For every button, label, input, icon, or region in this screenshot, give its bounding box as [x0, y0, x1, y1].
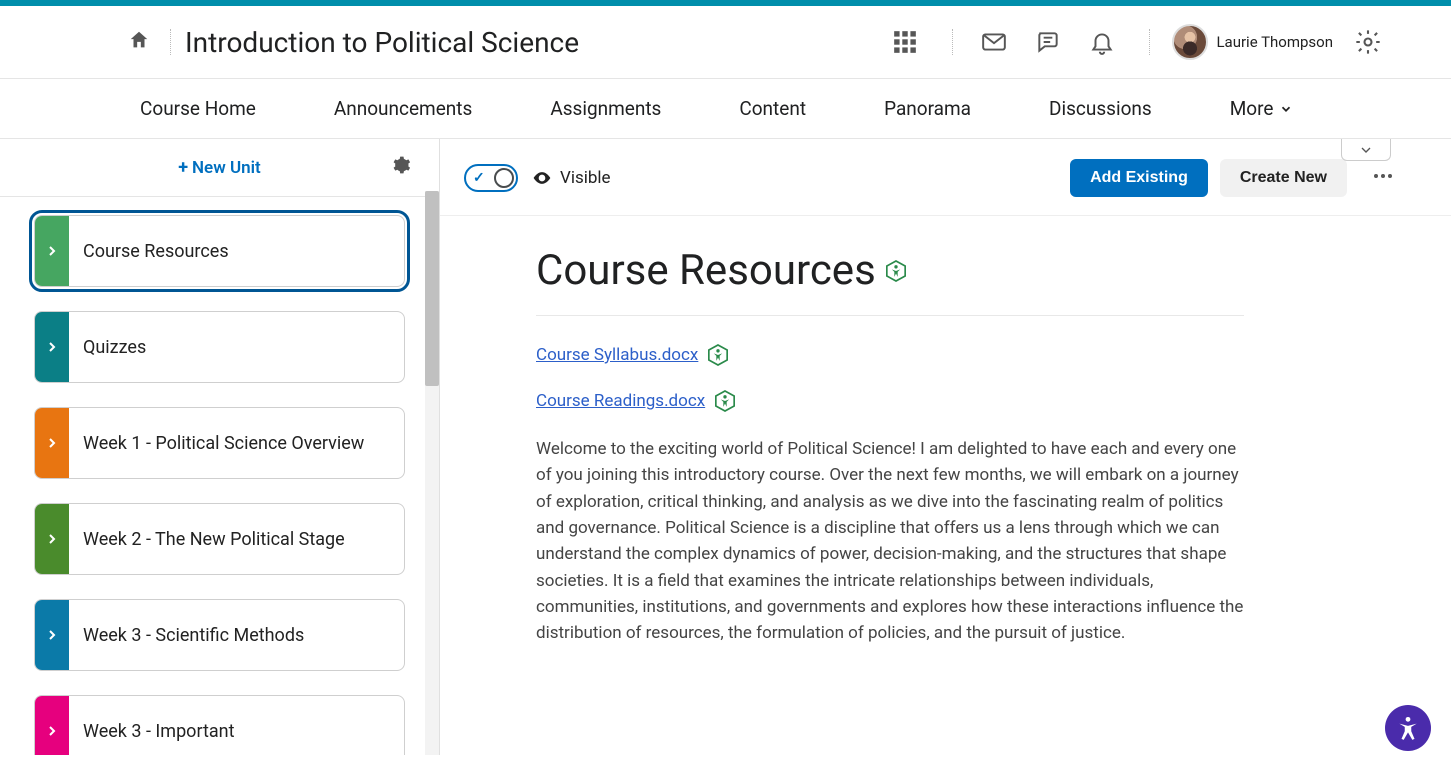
- course-nav: Course Home Announcements Assignments Co…: [0, 79, 1451, 139]
- messages-button[interactable]: [977, 25, 1011, 59]
- new-unit-button[interactable]: + New Unit: [178, 157, 261, 178]
- bell-icon: [1089, 29, 1115, 55]
- nav-content[interactable]: Content: [739, 97, 806, 120]
- chat-icon: [1035, 29, 1061, 55]
- visibility-toggle[interactable]: ✓: [464, 164, 518, 192]
- more-actions-button[interactable]: [1365, 164, 1401, 192]
- new-unit-label: New Unit: [192, 158, 261, 178]
- plus-icon: +: [178, 157, 188, 178]
- unit-item[interactable]: Course Resources: [34, 215, 405, 287]
- unit-label: Quizzes: [69, 312, 160, 382]
- accessibility-fab[interactable]: [1385, 705, 1431, 751]
- unit-item[interactable]: Week 2 - The New Political Stage: [34, 503, 405, 575]
- nav-course-home[interactable]: Course Home: [140, 97, 256, 120]
- separator: [1149, 29, 1150, 55]
- unit-label: Course Resources: [69, 216, 243, 286]
- content-area: + New Unit Course Resources Quizzes Week 1…: [0, 139, 1451, 755]
- settings-button[interactable]: [1351, 25, 1385, 59]
- create-new-button[interactable]: Create New: [1220, 159, 1347, 197]
- unit-item[interactable]: Week 3 - Scientific Methods: [34, 599, 405, 671]
- intro-paragraph: Welcome to the exciting world of Politic…: [536, 436, 1244, 647]
- chevron-right-icon: [47, 726, 57, 736]
- page-title: Course Resources: [536, 246, 876, 295]
- separator: [170, 29, 171, 55]
- accessibility-badge-icon[interactable]: [708, 344, 728, 366]
- sidebar-header: + New Unit: [0, 139, 439, 197]
- topbar: Introduction to Political Science Laurie…: [0, 6, 1451, 79]
- scrollbar[interactable]: [425, 191, 439, 755]
- chevron-right-icon: [47, 342, 57, 352]
- toggle-knob: [494, 168, 514, 188]
- check-icon: ✓: [473, 170, 485, 186]
- unit-handle[interactable]: [35, 408, 69, 478]
- accessibility-badge-icon[interactable]: [715, 390, 735, 412]
- main-panel: ✓ Visible Add Existing Create New Course…: [440, 139, 1451, 755]
- home-icon: [128, 29, 150, 51]
- action-row: ✓ Visible Add Existing Create New: [440, 139, 1451, 216]
- unit-handle[interactable]: [35, 696, 69, 755]
- unit-handle[interactable]: [35, 600, 69, 670]
- page-body: Course Resources Course Syllabus.docx Cou…: [440, 216, 1340, 687]
- avatar[interactable]: [1172, 24, 1208, 60]
- separator: [952, 29, 953, 55]
- chevron-right-icon: [47, 438, 57, 448]
- add-existing-button[interactable]: Add Existing: [1070, 159, 1208, 197]
- chevron-right-icon: [47, 630, 57, 640]
- unit-item[interactable]: Quizzes: [34, 311, 405, 383]
- grid-icon: [892, 29, 918, 55]
- nav-panorama[interactable]: Panorama: [884, 97, 971, 120]
- unit-label: Week 2 - The New Political Stage: [69, 504, 359, 574]
- notifications-button[interactable]: [1085, 25, 1119, 59]
- unit-label: Week 3 - Scientific Methods: [69, 600, 318, 670]
- sidebar-settings-button[interactable]: [391, 155, 411, 179]
- scroll-thumb[interactable]: [425, 191, 439, 386]
- apps-button[interactable]: [888, 25, 922, 59]
- course-title[interactable]: Introduction to Political Science: [185, 26, 579, 59]
- chevron-right-icon: [47, 246, 57, 256]
- unit-item[interactable]: Week 3 - Important: [34, 695, 405, 755]
- unit-label: Week 3 - Important: [69, 696, 249, 755]
- user-name[interactable]: Laurie Thompson: [1216, 33, 1333, 51]
- nav-announcements[interactable]: Announcements: [334, 97, 472, 120]
- chevron-right-icon: [47, 534, 57, 544]
- document-link-row: Course Readings.docx: [536, 390, 1244, 412]
- document-link[interactable]: Course Readings.docx: [536, 391, 705, 411]
- visible-text: Visible: [560, 168, 611, 188]
- accessibility-badge-icon[interactable]: [886, 260, 906, 282]
- chat-button[interactable]: [1031, 25, 1065, 59]
- expand-panel-button[interactable]: [1341, 139, 1391, 161]
- gear-icon: [391, 155, 411, 175]
- unit-handle[interactable]: [35, 312, 69, 382]
- accessibility-icon: [1395, 715, 1421, 741]
- document-link-row: Course Syllabus.docx: [536, 344, 1244, 366]
- chevron-down-icon: [1279, 102, 1293, 116]
- document-link[interactable]: Course Syllabus.docx: [536, 345, 698, 365]
- unit-handle[interactable]: [35, 504, 69, 574]
- unit-handle[interactable]: [35, 216, 69, 286]
- unit-label: Week 1 - Political Science Overview: [69, 408, 378, 478]
- eye-icon: [532, 168, 552, 188]
- page-title-row: Course Resources: [536, 246, 1244, 316]
- mail-icon: [981, 29, 1007, 55]
- nav-assignments[interactable]: Assignments: [550, 97, 661, 120]
- unit-item[interactable]: Week 1 - Political Science Overview: [34, 407, 405, 479]
- visibility-label: Visible: [532, 168, 611, 188]
- gear-icon: [1354, 28, 1382, 56]
- chevron-down-icon: [1358, 142, 1374, 158]
- home-button[interactable]: [128, 29, 150, 55]
- nav-more[interactable]: More: [1230, 97, 1294, 120]
- unit-list: Course Resources Quizzes Week 1 - Politica…: [0, 197, 439, 755]
- dots-icon: [1371, 164, 1395, 188]
- unit-sidebar: + New Unit Course Resources Quizzes Week 1…: [0, 139, 440, 755]
- nav-discussions[interactable]: Discussions: [1049, 97, 1152, 120]
